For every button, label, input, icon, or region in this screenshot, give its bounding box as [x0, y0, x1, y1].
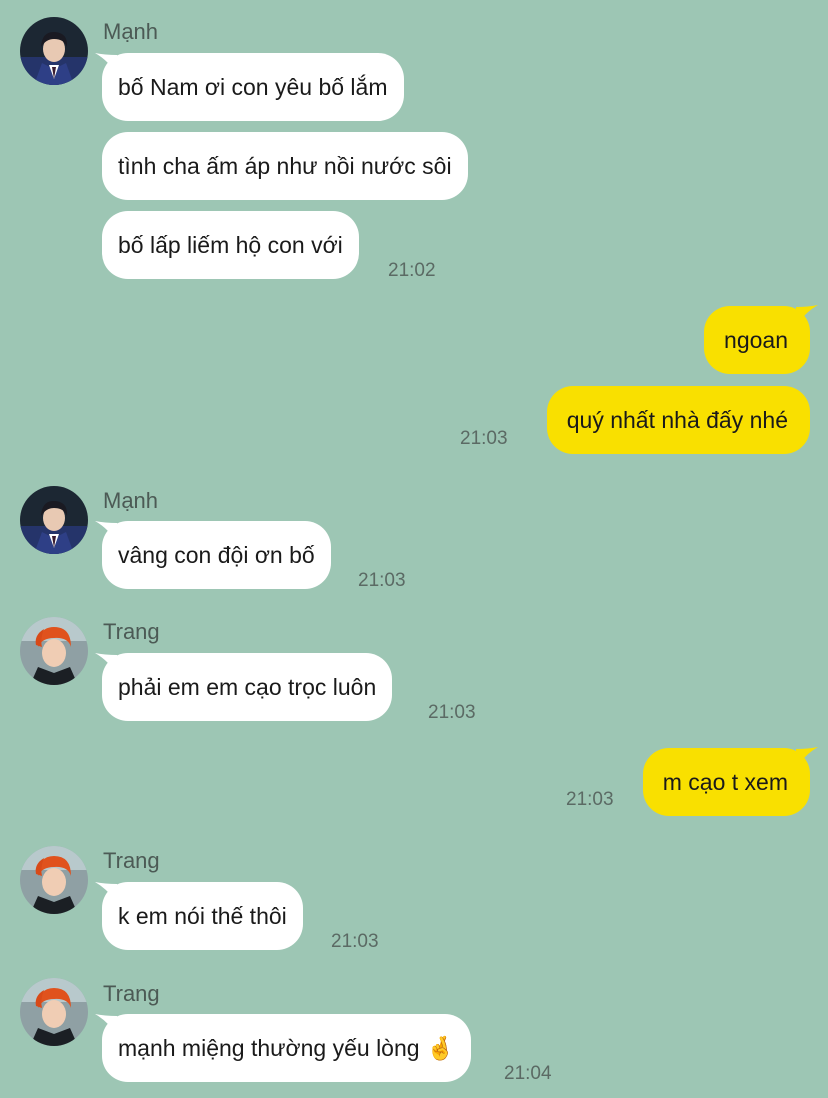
message-time: 21:03 — [428, 702, 476, 723]
sender-name: Mạnh — [103, 19, 159, 44]
message-time: 21:04 — [504, 1063, 552, 1084]
message-bubble[interactable]: phải em em cạo trọc luôn — [102, 653, 393, 721]
avatar-manh[interactable] — [20, 17, 88, 85]
message-bubble[interactable]: quý nhất nhà đấy nhé — [546, 386, 810, 454]
avatar-manh-image — [20, 17, 88, 85]
avatar-trang-image — [20, 617, 88, 685]
message-time: 21:03 — [331, 931, 379, 952]
sender-name: Trang — [103, 619, 160, 644]
message-time: 21:02 — [388, 260, 436, 281]
sender-name: Trang — [103, 848, 160, 873]
avatar-trang[interactable] — [20, 617, 88, 685]
message-time: 21:03 — [460, 428, 508, 449]
crossed-fingers-icon: 🤞 — [425, 1035, 455, 1061]
message-bubble[interactable]: tình cha ấm áp như nồi nước sôi — [102, 132, 468, 200]
avatar-manh[interactable] — [20, 486, 88, 554]
message-text: mạnh miệng thường yếu lòng — [118, 1035, 420, 1061]
message-bubble[interactable]: vâng con đội ơn bố — [102, 521, 331, 589]
message-time: 21:03 — [358, 570, 406, 591]
message-bubble[interactable]: m cạo t xem — [642, 748, 810, 816]
avatar-trang-image — [20, 978, 88, 1046]
avatar-trang[interactable] — [20, 846, 88, 914]
sender-name: Trang — [103, 981, 160, 1006]
message-bubble[interactable]: bố Nam ơi con yêu bố lắm — [102, 53, 404, 121]
avatar-manh-image — [20, 486, 88, 554]
message-bubble[interactable]: k em nói thế thôi — [102, 882, 303, 950]
message-bubble[interactable]: ngoan — [704, 306, 810, 374]
avatar-trang-image — [20, 846, 88, 914]
message-bubble[interactable]: mạnh miệng thường yếu lòng 🤞 — [102, 1014, 471, 1082]
avatar-trang[interactable] — [20, 978, 88, 1046]
message-bubble[interactable]: bố lấp liếm hộ con với — [102, 211, 359, 279]
message-time: 21:03 — [566, 789, 614, 810]
sender-name: Mạnh — [103, 488, 159, 513]
